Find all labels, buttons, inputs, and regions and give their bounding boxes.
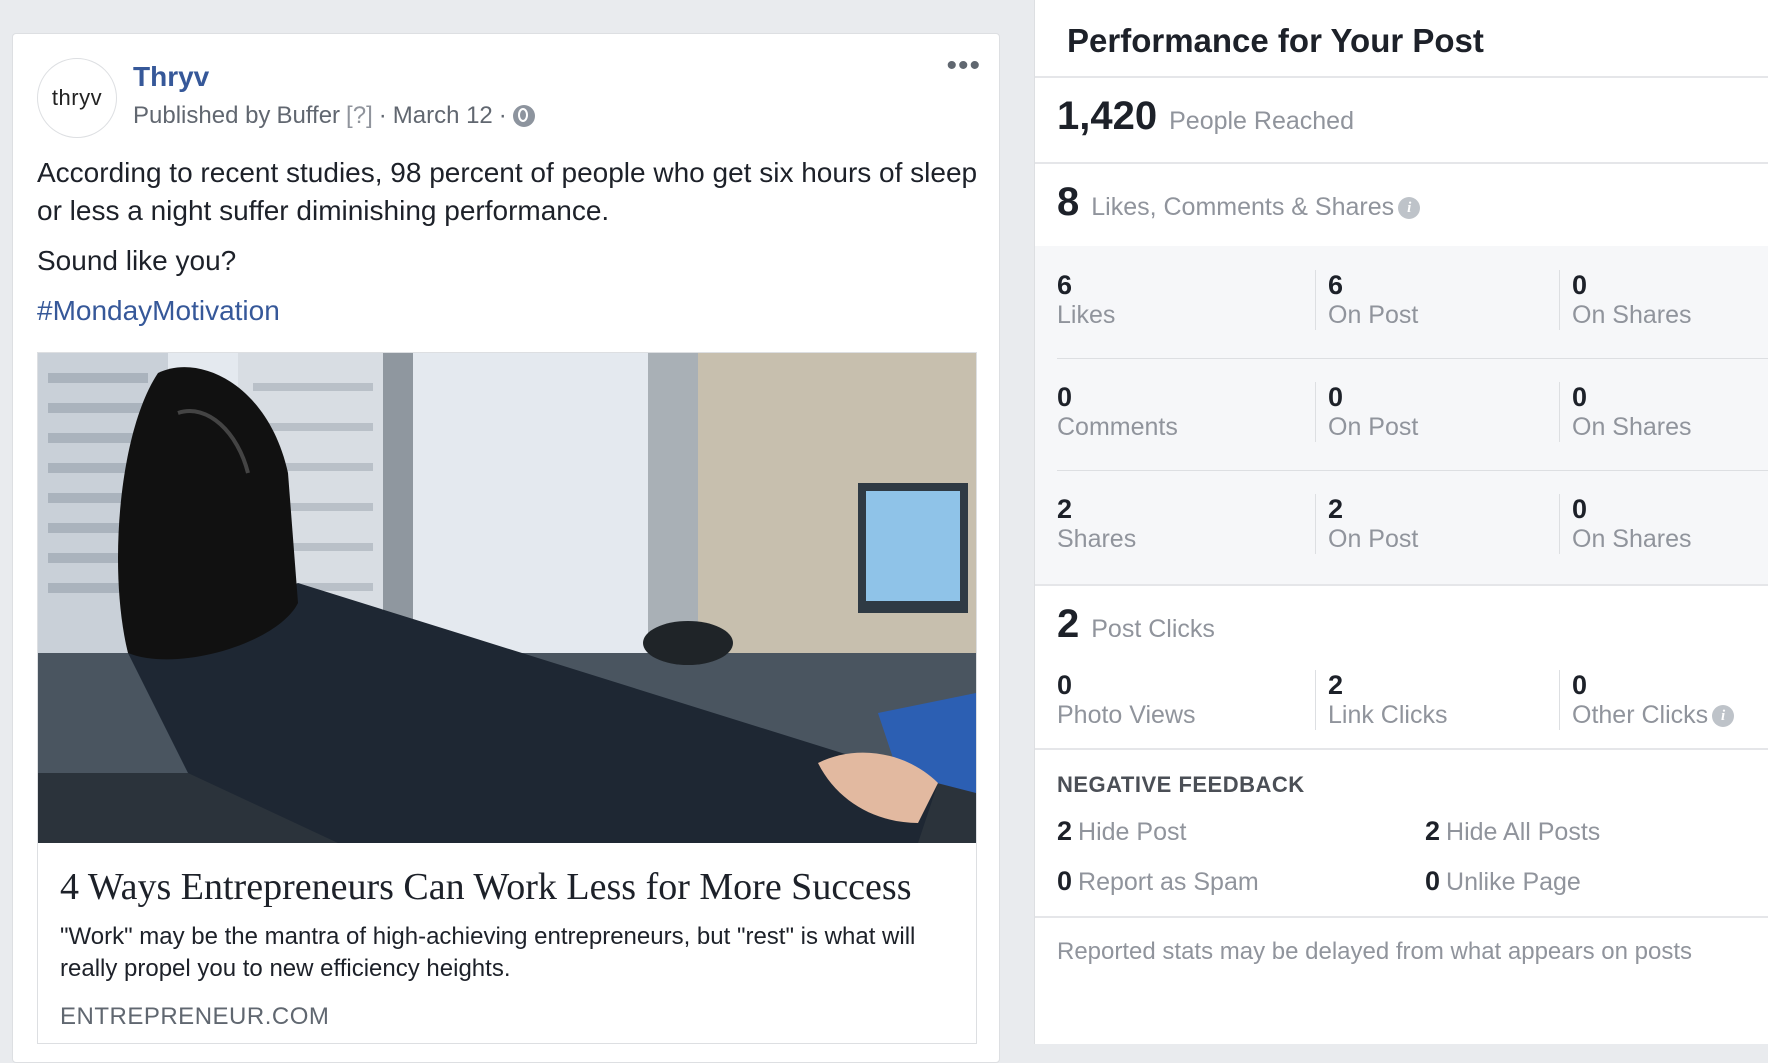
more-options-icon[interactable]: ••• [946,51,981,81]
people-reached-stat: 1,420 People Reached [1057,94,1354,139]
spam-label: Report as Spam [1078,868,1259,896]
globe-icon[interactable] [512,105,535,127]
other-clicks-value: 0 [1572,670,1588,700]
post-date-link[interactable]: March 12 [393,102,493,130]
negative-feedback-heading: NEGATIVE FEEDBACK [1057,772,1305,797]
link-description: "Work" may be the mantra of high-achievi… [60,923,916,982]
unlike-label: Unlike Page [1446,868,1581,896]
link-preview-body: 4 Ways Entrepreneurs Can Work Less for M… [38,843,976,1049]
report-spam-stat: 0 Report as Spam [1057,866,1259,897]
hashtag-link[interactable]: #MondayMotivation [37,295,280,326]
link-preview[interactable]: 4 Ways Entrepreneurs Can Work Less for M… [37,352,977,1044]
stats-delay-note: Reported stats may be delayed from what … [1057,938,1693,965]
post-text: According to recent studies, 98 percent … [37,154,987,342]
post-meta: Published by Buffer [?] · March 12 · [133,102,535,130]
page-avatar[interactable]: thryv [37,58,117,138]
likes-on-post-cell: 6 On Post [1315,270,1418,330]
comments-on-shares-value: 0 [1572,382,1588,412]
people-reached-label: People Reached [1169,107,1354,135]
hide-post-stat: 2 Hide Post [1057,816,1186,847]
divider [1035,162,1768,164]
shares-row: 2 Shares 2 On Post 0 On Shares [1057,470,1768,582]
info-icon[interactable]: i [1398,197,1421,220]
link-clicks-value: 2 [1328,670,1344,700]
engagement-value: 8 [1057,180,1080,224]
avatar-logo-text: thryv [51,85,103,110]
link-preview-image[interactable] [38,353,976,843]
likes-label: Likes [1057,301,1116,329]
comments-label: Comments [1057,413,1178,441]
other-clicks-label: Other Clicks i [1572,700,1735,730]
office-feet-on-desk-image [38,353,976,843]
shares-on-post-value: 2 [1328,494,1344,524]
likes-on-shares-value: 0 [1572,270,1588,300]
shares-on-post-cell: 2 On Post [1315,494,1418,554]
performance-title: Performance for Your Post [1067,22,1484,59]
engagement-stat: 8 Likes, Comments & Shares i [1057,180,1421,225]
post-clicks-stat: 2 Post Clicks [1057,602,1215,647]
divider [1035,76,1768,78]
shares-on-shares-label: On Shares [1572,525,1692,553]
post-paragraph: According to recent studies, 98 percent … [37,157,978,226]
post-paragraph: Sound like you? [37,245,237,276]
hide-all-label: Hide All Posts [1446,818,1601,846]
link-title[interactable]: 4 Ways Entrepreneurs Can Work Less for M… [60,865,954,909]
shares-cell: 2 Shares [1057,494,1136,554]
photo-views-value: 0 [1057,670,1073,700]
likes-on-shares-cell: 0 On Shares [1559,270,1692,330]
post-card: thryv Thryv ••• Published by Buffer [?] … [12,33,1000,1063]
info-icon[interactable]: i [1712,705,1735,728]
comments-cell: 0 Comments [1057,382,1178,442]
photo-views-cell: 0 Photo Views [1057,670,1196,730]
other-clicks-cell: 0 Other Clicks i [1559,670,1735,730]
shares-value: 2 [1057,494,1073,524]
people-reached-value: 1,420 [1057,94,1158,138]
divider [1035,584,1768,586]
link-clicks-label: Link Clicks [1328,701,1448,729]
shares-on-shares-value: 0 [1572,494,1588,524]
likes-on-post-label: On Post [1328,301,1419,329]
publisher-help-link[interactable]: [?] [346,102,373,130]
hide-post-label: Hide Post [1078,818,1187,846]
shares-label: Shares [1057,525,1137,553]
comments-on-post-cell: 0 On Post [1315,382,1418,442]
likes-on-shares-label: On Shares [1572,301,1692,329]
shares-on-shares-cell: 0 On Shares [1559,494,1692,554]
unlike-page-stat: 0 Unlike Page [1425,866,1581,897]
post-clicks-value: 2 [1057,602,1080,646]
link-clicks-cell: 2 Link Clicks [1315,670,1447,730]
comments-value: 0 [1057,382,1073,412]
divider [1035,916,1768,918]
publisher-link[interactable]: Buffer [276,102,340,130]
performance-panel: Performance for Your Post 1,420 People R… [1034,0,1768,1044]
comments-on-post-label: On Post [1328,413,1419,441]
hide-all-posts-stat: 2 Hide All Posts [1425,816,1600,847]
link-domain: ENTREPRENEUR.COM [60,1003,330,1030]
post-clicks-label: Post Clicks [1091,615,1215,643]
page-name-link[interactable]: Thryv [133,61,209,93]
engagement-label-text: Likes, Comments & Shares [1091,193,1395,221]
meta-separator: · [378,102,387,129]
shares-on-post-label: On Post [1328,525,1419,553]
photo-views-label: Photo Views [1057,701,1196,729]
comments-on-shares-label: On Shares [1572,413,1692,441]
hide-post-value: 2 [1057,816,1073,846]
unlike-value: 0 [1425,866,1441,896]
divider [1035,748,1768,750]
hide-all-value: 2 [1425,816,1441,846]
published-by-label: Published by [133,102,271,129]
likes-on-post-value: 6 [1328,270,1344,300]
meta-separator: · [498,102,507,129]
comments-row: 0 Comments 0 On Post 0 On Shares [1057,358,1768,471]
comments-on-shares-cell: 0 On Shares [1559,382,1692,442]
post-clicks-breakdown: 0 Photo Views 2 Link Clicks 0 Other Clic… [1057,650,1768,740]
likes-value: 6 [1057,270,1073,300]
engagement-breakdown: 6 Likes 6 On Post 0 On Shares 0 Comments… [1035,246,1768,584]
likes-row: 6 Likes 6 On Post 0 On Shares [1057,246,1768,359]
other-clicks-label-text: Other Clicks [1572,701,1709,729]
likes-cell: 6 Likes [1057,270,1115,330]
engagement-label: Likes, Comments & Shares i [1091,193,1421,222]
comments-on-post-value: 0 [1328,382,1344,412]
spam-value: 0 [1057,866,1073,896]
